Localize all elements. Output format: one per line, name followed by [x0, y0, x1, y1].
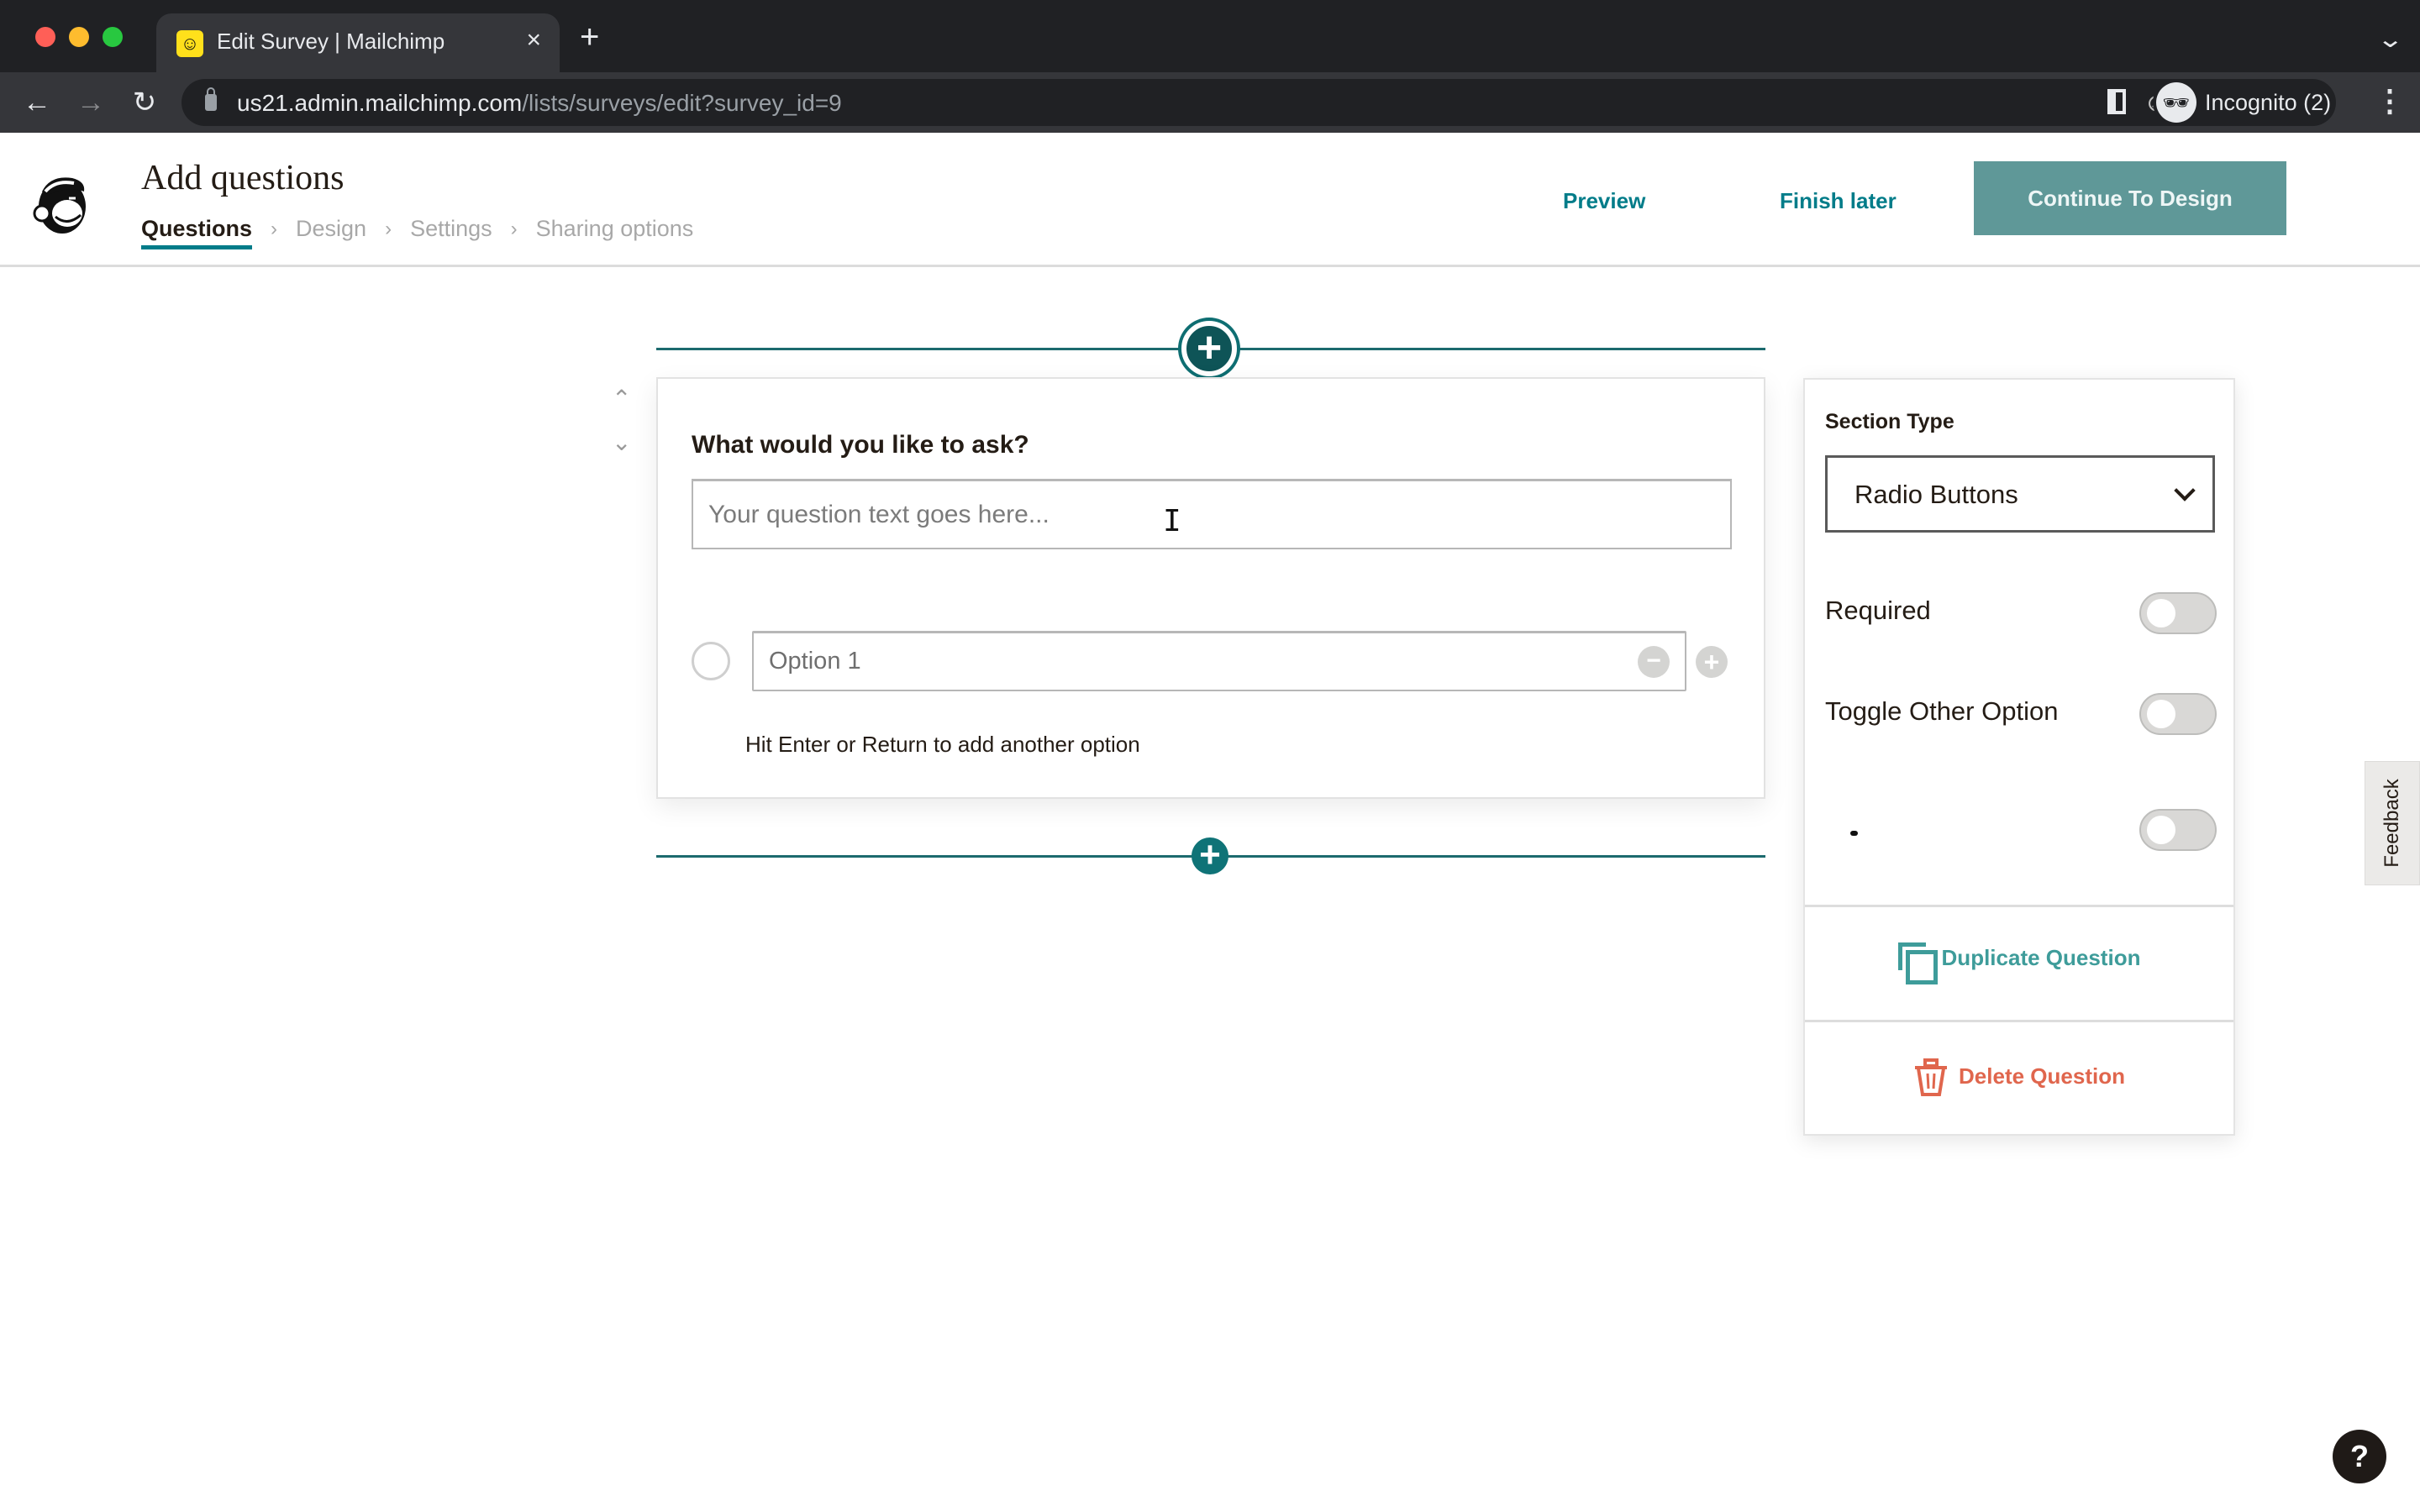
toggle-knob [2147, 816, 2175, 844]
side-panel-icon[interactable] [2107, 89, 2126, 114]
add-question-above-button[interactable]: + [1181, 321, 1237, 376]
add-question-below-button[interactable]: + [1192, 837, 1228, 874]
step-sharing-options[interactable]: Sharing options [536, 216, 694, 242]
question-settings-panel: Section Type Radio Buttons Required Togg… [1803, 378, 2235, 1136]
duplicate-question-button[interactable]: Duplicate Question [1805, 942, 2233, 984]
mailchimp-favicon-icon: ☺ [176, 30, 203, 57]
move-question-up-icon[interactable]: ⌃ [612, 385, 631, 412]
question-text-input[interactable] [692, 479, 1732, 549]
move-question-down-icon[interactable]: ⌄ [612, 428, 631, 456]
feedback-label: Feedback [2381, 779, 2403, 868]
chevron-right-icon: › [510, 217, 518, 240]
required-toggle[interactable] [2139, 592, 2217, 634]
toggle-knob [2147, 599, 2175, 627]
panel-divider [1805, 905, 2233, 907]
window-minimize-button[interactable] [69, 27, 89, 47]
url-path: /lists/surveys/edit?survey_id=9 [522, 90, 842, 116]
required-label: Required [1825, 596, 1931, 625]
lock-icon[interactable] [205, 87, 217, 111]
delete-question-button[interactable]: Delete Question [1805, 1058, 2233, 1097]
address-bar[interactable]: us21.admin.mailchimp.com/lists/surveys/e… [182, 79, 2254, 126]
toggle-other-option-toggle[interactable] [2139, 693, 2217, 735]
trash-icon [1915, 1058, 1948, 1096]
chevron-down-icon [2174, 480, 2196, 501]
incognito-profile-button[interactable]: 🕶 Incognito (2) [2153, 79, 2336, 126]
step-design[interactable]: Design [296, 216, 366, 242]
incognito-icon: 🕶 [2156, 82, 2196, 123]
browser-menu-icon[interactable]: ⋮ [2375, 82, 2405, 119]
section-type-value: Radio Buttons [1854, 480, 2018, 509]
app-header: Add questions Questions › Design › Setti… [0, 133, 2420, 267]
duplicate-icon [1897, 942, 1938, 984]
step-breadcrumb: Questions › Design › Settings › Sharing … [141, 208, 693, 249]
new-tab-button[interactable]: + [580, 20, 599, 54]
finish-later-button[interactable]: Finish later [1780, 188, 1897, 214]
chevron-right-icon: › [271, 217, 278, 240]
url-text[interactable]: us21.admin.mailchimp.com/lists/surveys/e… [237, 90, 842, 117]
forward-arrow-icon[interactable]: → [72, 84, 109, 121]
question-label: What would you like to ask? [692, 431, 1029, 459]
feedback-tab[interactable]: Feedback [2365, 761, 2420, 885]
text-cursor-icon: I [1163, 504, 1181, 538]
browser-chrome: ☺ Edit Survey | Mailchimp × + ⌄ ← → ↻ us… [0, 0, 2420, 133]
window-zoom-button[interactable] [103, 27, 123, 47]
incognito-label: Incognito (2) [2205, 90, 2332, 115]
question-card: What would you like to ask? − + Hit Ente… [656, 377, 1765, 799]
tab-search-chevron-icon[interactable]: ⌄ [2376, 25, 2404, 53]
option-radio-icon [692, 642, 730, 680]
tab-title: Edit Survey | Mailchimp [217, 29, 445, 54]
page-title: Add questions [141, 159, 345, 197]
toggle-other-option-label: Toggle Other Option [1825, 696, 2059, 726]
reload-icon[interactable]: ↻ [126, 84, 163, 121]
step-questions[interactable]: Questions [141, 216, 253, 249]
url-host: us21.admin.mailchimp.com [237, 90, 523, 116]
tab-strip: ☺ Edit Survey | Mailchimp × + ⌄ [0, 0, 2420, 72]
help-button[interactable]: ? [2333, 1430, 2386, 1483]
chevron-right-icon: › [385, 217, 392, 240]
duplicate-question-label: Duplicate Question [1941, 944, 2141, 970]
back-arrow-icon[interactable]: ← [18, 84, 55, 121]
close-tab-icon[interactable]: × [526, 25, 541, 55]
unlabeled-toggle[interactable] [2139, 809, 2217, 851]
delete-question-label: Delete Question [1959, 1063, 2125, 1089]
add-option-hint: Hit Enter or Return to add another optio… [745, 732, 1140, 757]
continue-to-design-button[interactable]: Continue To Design [1974, 161, 2286, 235]
mailchimp-logo-icon[interactable] [25, 166, 96, 237]
panel-divider [1805, 1020, 2233, 1022]
section-type-select[interactable]: Radio Buttons [1825, 455, 2215, 533]
add-option-icon[interactable]: + [1696, 646, 1728, 678]
browser-tab-active[interactable]: ☺ Edit Survey | Mailchimp × [156, 13, 560, 72]
section-type-label: Section Type [1825, 410, 1954, 433]
unlabeled-toggle-label [1850, 831, 1858, 836]
browser-toolbar: ← → ↻ us21.admin.mailchimp.com/lists/sur… [0, 72, 2420, 133]
window-close-button[interactable] [35, 27, 55, 47]
toggle-knob [2147, 700, 2175, 728]
option-input[interactable] [752, 631, 1686, 691]
preview-button[interactable]: Preview [1563, 188, 1645, 214]
remove-option-icon[interactable]: − [1638, 646, 1670, 678]
step-settings[interactable]: Settings [410, 216, 492, 242]
